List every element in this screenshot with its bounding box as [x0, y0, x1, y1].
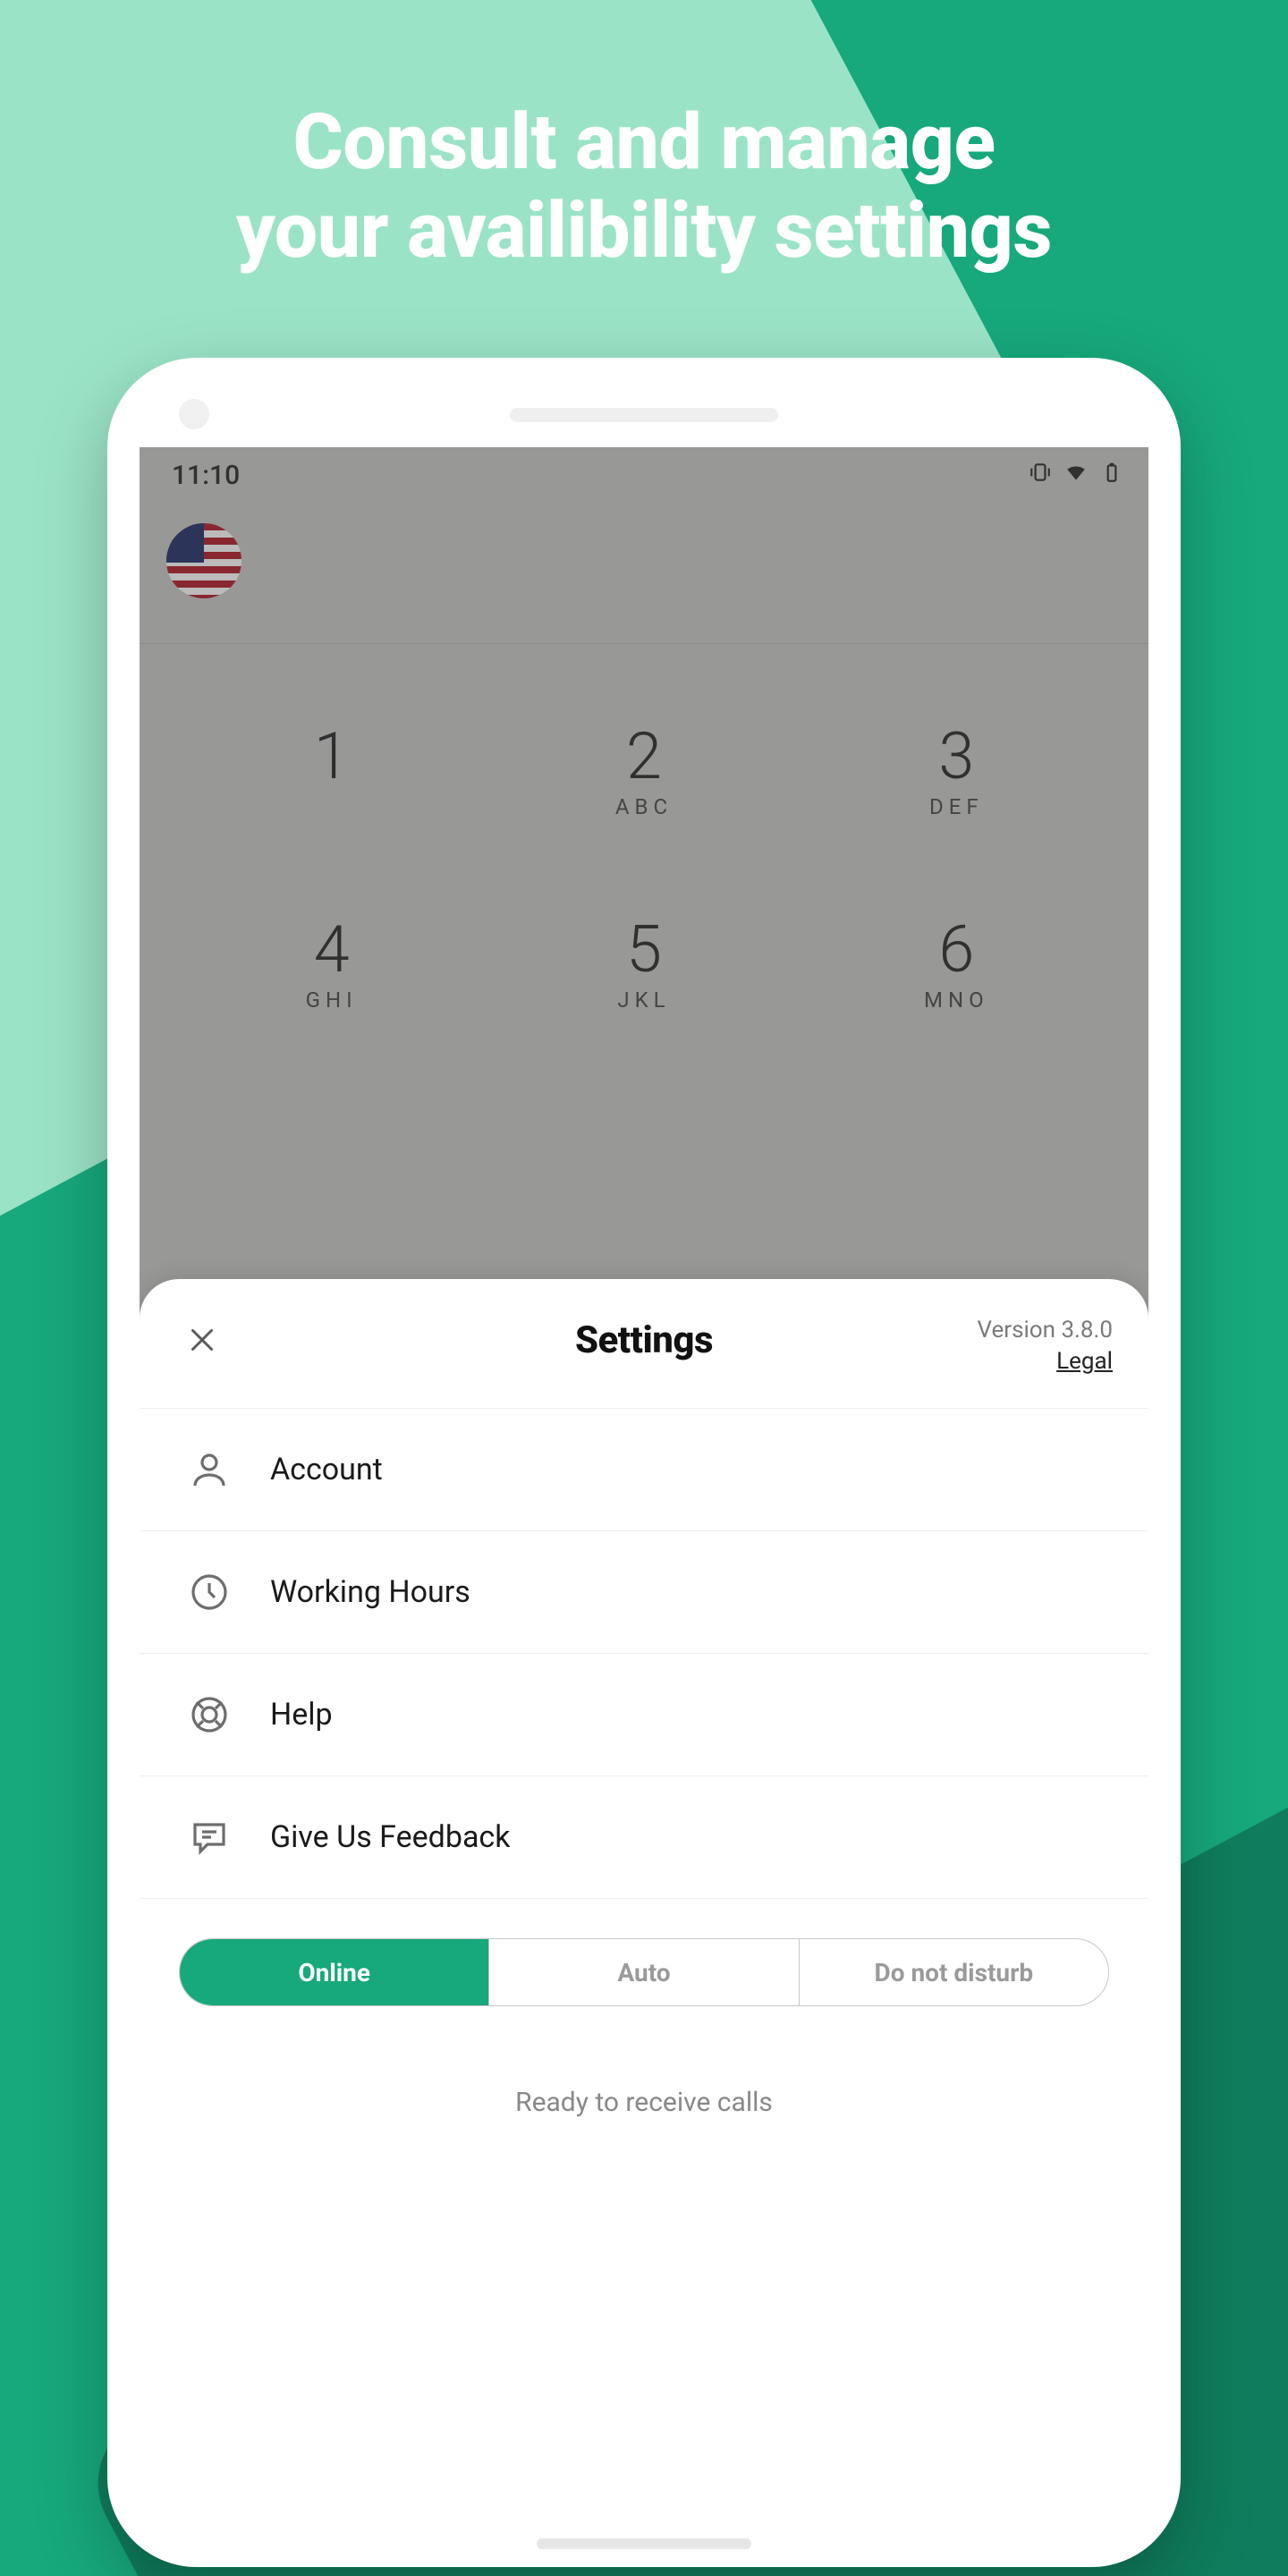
- menu-feedback[interactable]: Give Us Feedback: [140, 1776, 1148, 1899]
- menu-help-label: Help: [270, 1697, 333, 1733]
- settings-sheet: Settings Version 3.8.0 Legal Account: [140, 1279, 1148, 2522]
- sheet-header: Settings Version 3.8.0 Legal: [140, 1279, 1148, 1408]
- promo-line-1: Consult and manage: [0, 98, 1288, 187]
- seg-dnd[interactable]: Do not disturb: [800, 1939, 1108, 2005]
- menu-account[interactable]: Account: [140, 1409, 1148, 1531]
- seg-auto[interactable]: Auto: [489, 1939, 799, 2005]
- sheet-title: Settings: [140, 1318, 1148, 1362]
- seg-dnd-label: Do not disturb: [875, 1958, 1034, 1987]
- seg-online[interactable]: Online: [180, 1939, 489, 2005]
- user-icon: [184, 1445, 234, 1495]
- chat-icon: [184, 1812, 234, 1862]
- seg-auto-label: Auto: [617, 1958, 670, 1987]
- promo-line-2: your availibility settings: [0, 187, 1288, 275]
- home-indicator: [537, 2538, 751, 2549]
- settings-menu: Account Working Hours Help: [140, 1408, 1148, 1899]
- promo-screenshot: Consult and manage your availibility set…: [0, 0, 1288, 2576]
- availability-segmented-wrap: Online Auto Do not disturb: [140, 1899, 1148, 2006]
- menu-help[interactable]: Help: [140, 1654, 1148, 1776]
- menu-account-label: Account: [270, 1452, 383, 1487]
- menu-working-hours[interactable]: Working Hours: [140, 1531, 1148, 1654]
- phone-screen: 11:10: [140, 447, 1148, 2522]
- clock-icon: [184, 1567, 234, 1617]
- lifebuoy-icon: [184, 1690, 234, 1740]
- phone-frame: 11:10: [107, 358, 1181, 2567]
- availability-status: Ready to receive calls: [140, 2087, 1148, 2118]
- menu-working-hours-label: Working Hours: [270, 1574, 470, 1610]
- availability-segmented: Online Auto Do not disturb: [179, 1938, 1109, 2006]
- seg-online-label: Online: [298, 1958, 370, 1987]
- phone-camera-dot: [179, 399, 209, 429]
- menu-feedback-label: Give Us Feedback: [270, 1819, 510, 1855]
- promo-headline: Consult and manage your availibility set…: [0, 0, 1288, 275]
- phone-speaker-slot: [510, 408, 778, 422]
